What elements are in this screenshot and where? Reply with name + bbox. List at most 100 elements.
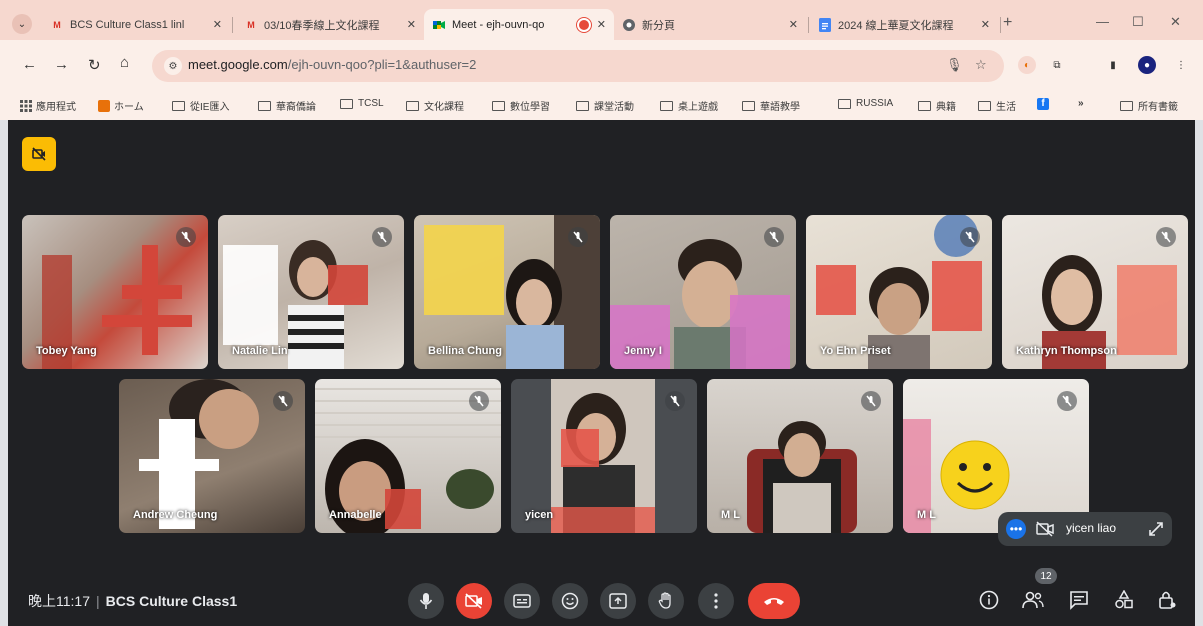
participant-tile[interactable]: Yo Ehn Priset <box>806 215 992 369</box>
tab-divider <box>1000 17 1001 33</box>
gmail-icon: M <box>53 19 61 30</box>
bookmark-label: 課堂活動 <box>594 102 634 113</box>
bookmark-label: 華語教學 <box>760 102 800 113</box>
minimize-icon[interactable]: — <box>1096 14 1109 29</box>
forward-arrow-icon[interactable]: → <box>54 56 69 73</box>
browser-tab-2[interactable]: M 03/10春季線上文化課程 ✕ <box>236 9 424 40</box>
host-controls-badge[interactable] <box>22 137 56 171</box>
bookmark-folder-6[interactable]: 課堂活動 <box>576 98 634 113</box>
folder-icon <box>576 100 589 111</box>
bookmark-folder-3[interactable]: TCSL <box>340 98 384 109</box>
bookmark-folder-5[interactable]: 數位學習 <box>492 98 550 113</box>
participant-tile[interactable]: Andrew Cheung <box>119 379 305 533</box>
extensions-puzzle-icon[interactable]: ⧉ <box>1048 56 1066 74</box>
bookmark-facebook[interactable]: f <box>1037 98 1053 110</box>
bookmark-folder-9[interactable]: RUSSIA <box>838 98 893 109</box>
close-tab-icon[interactable]: ✕ <box>407 18 416 31</box>
people-button[interactable] <box>1021 588 1045 612</box>
bookmark-folder-8[interactable]: 華語教學 <box>742 98 800 113</box>
site-info-icon[interactable]: ⚙ <box>164 57 182 75</box>
participant-tile[interactable]: Tobey Yang <box>22 215 208 369</box>
bookmark-folder-4[interactable]: 文化課程 <box>406 98 464 113</box>
participant-tile[interactable]: Jenny I <box>610 215 796 369</box>
more-vertical-icon <box>714 593 718 609</box>
camera-toggle-button[interactable] <box>456 583 492 619</box>
participant-tile[interactable]: M L <box>707 379 893 533</box>
profile-avatar[interactable]: ● <box>1138 56 1156 74</box>
browser-tab-1[interactable]: M BCS Culture Class1 linl ✕ <box>42 9 230 40</box>
recording-indicator-icon <box>576 17 591 32</box>
url-text[interactable]: meet.google.com/ejh-ouvn-qoo?pli=1&authu… <box>188 57 476 72</box>
folder-icon <box>1120 100 1133 111</box>
reload-icon[interactable]: ↻ <box>88 56 101 74</box>
facebook-icon: f <box>1037 98 1049 110</box>
meeting-details-button[interactable] <box>977 588 1001 612</box>
camera-off-icon[interactable] <box>1036 521 1054 537</box>
bookmark-folder-1[interactable]: 從IE匯入 <box>172 98 229 113</box>
close-window-icon[interactable]: ✕ <box>1170 14 1181 30</box>
browser-tab-5[interactable]: 2024 線上華夏文化課程 ✕ <box>810 9 998 40</box>
mic-off-icon <box>372 227 392 247</box>
tab-search-button[interactable]: ⌄ <box>12 14 32 34</box>
participant-tile[interactable]: M L <box>903 379 1089 533</box>
bookmark-folder-10[interactable]: 典籍 <box>918 98 956 113</box>
info-separator: | <box>96 593 100 609</box>
participant-tile[interactable]: Annabelle <box>315 379 501 533</box>
microphone-in-use-icon[interactable]: 🎙︎ <box>946 57 963 73</box>
bookmark-folder-11[interactable]: 生活 <box>978 98 1016 113</box>
folder-icon <box>340 98 353 109</box>
bookmarks-bar: 應用程式 ホーム 從IE匯入 華裔僑論 TCSL 文化課程 數位學習 課堂活動 … <box>0 90 1203 120</box>
more-options-icon[interactable]: ••• <box>1006 519 1026 539</box>
tab-title: 2024 線上華夏文化課程 <box>838 19 954 32</box>
participant-tile[interactable]: Natalie Lin <box>218 215 404 369</box>
participant-count-badge: 12 <box>1035 568 1057 584</box>
leave-call-button[interactable] <box>748 583 800 619</box>
raise-hand-button[interactable] <box>648 583 684 619</box>
browser-menu-icon[interactable]: ⋮ <box>1172 56 1190 74</box>
maximize-icon[interactable]: ☐ <box>1132 14 1144 30</box>
extension-icon[interactable]: ◐ <box>1018 56 1036 74</box>
mic-off-icon <box>1057 391 1077 411</box>
bookmark-home[interactable]: ホーム <box>98 98 144 113</box>
self-view-name: yicen liao <box>1066 521 1117 535</box>
bookmark-star-icon[interactable]: ☆ <box>975 57 987 73</box>
present-screen-button[interactable] <box>600 583 636 619</box>
chrome-icon <box>622 18 636 32</box>
participant-tile[interactable]: yicen <box>511 379 697 533</box>
host-controls-button[interactable] <box>1155 588 1179 612</box>
chat-button[interactable] <box>1067 588 1091 612</box>
home-icon[interactable]: ⌂ <box>120 54 129 71</box>
self-view-minimized[interactable]: ••• yicen liao <box>998 512 1172 546</box>
captions-button[interactable] <box>504 583 540 619</box>
tab-title: 03/10春季線上文化課程 <box>264 19 380 32</box>
close-tab-icon[interactable]: ✕ <box>981 18 990 31</box>
participant-tile[interactable]: Kathryn Thompson <box>1002 215 1188 369</box>
more-options-button[interactable] <box>698 583 734 619</box>
bookmarks-overflow-button[interactable]: » <box>1078 98 1084 109</box>
browser-tab-3[interactable]: Meet - ejh-ouvn-qo ✕ <box>424 9 614 40</box>
close-tab-icon[interactable]: ✕ <box>789 18 798 31</box>
all-bookmarks[interactable]: 所有書籤 <box>1120 98 1178 113</box>
browser-tab-4[interactable]: 新分頁 ✕ <box>614 9 806 40</box>
bookmark-folder-2[interactable]: 華裔僑論 <box>258 98 316 113</box>
tab-strip: ⌄ M BCS Culture Class1 linl ✕ M 03/10春季線… <box>0 0 1203 40</box>
back-arrow-icon[interactable]: ← <box>22 56 37 73</box>
bookmark-apps[interactable]: 應用程式 <box>20 98 76 113</box>
bookmark-label: TCSL <box>358 98 384 109</box>
side-panel-icon[interactable]: ▮ <box>1104 56 1122 74</box>
folder-icon <box>742 100 755 111</box>
folder-icon <box>918 100 931 111</box>
activities-button[interactable] <box>1112 588 1136 612</box>
mic-off-icon <box>469 391 489 411</box>
tab-divider <box>232 17 233 33</box>
participant-tile[interactable]: Bellina Chung <box>414 215 600 369</box>
close-tab-icon[interactable]: ✕ <box>597 18 606 31</box>
new-tab-button[interactable]: + <box>1003 14 1012 32</box>
bookmark-label: 從IE匯入 <box>190 102 230 113</box>
close-tab-icon[interactable]: ✕ <box>213 18 222 31</box>
bookmark-folder-7[interactable]: 桌上遊戲 <box>660 98 718 113</box>
folder-icon <box>492 100 505 111</box>
reactions-button[interactable] <box>552 583 588 619</box>
microphone-button[interactable] <box>408 583 444 619</box>
expand-icon[interactable] <box>1148 521 1164 537</box>
